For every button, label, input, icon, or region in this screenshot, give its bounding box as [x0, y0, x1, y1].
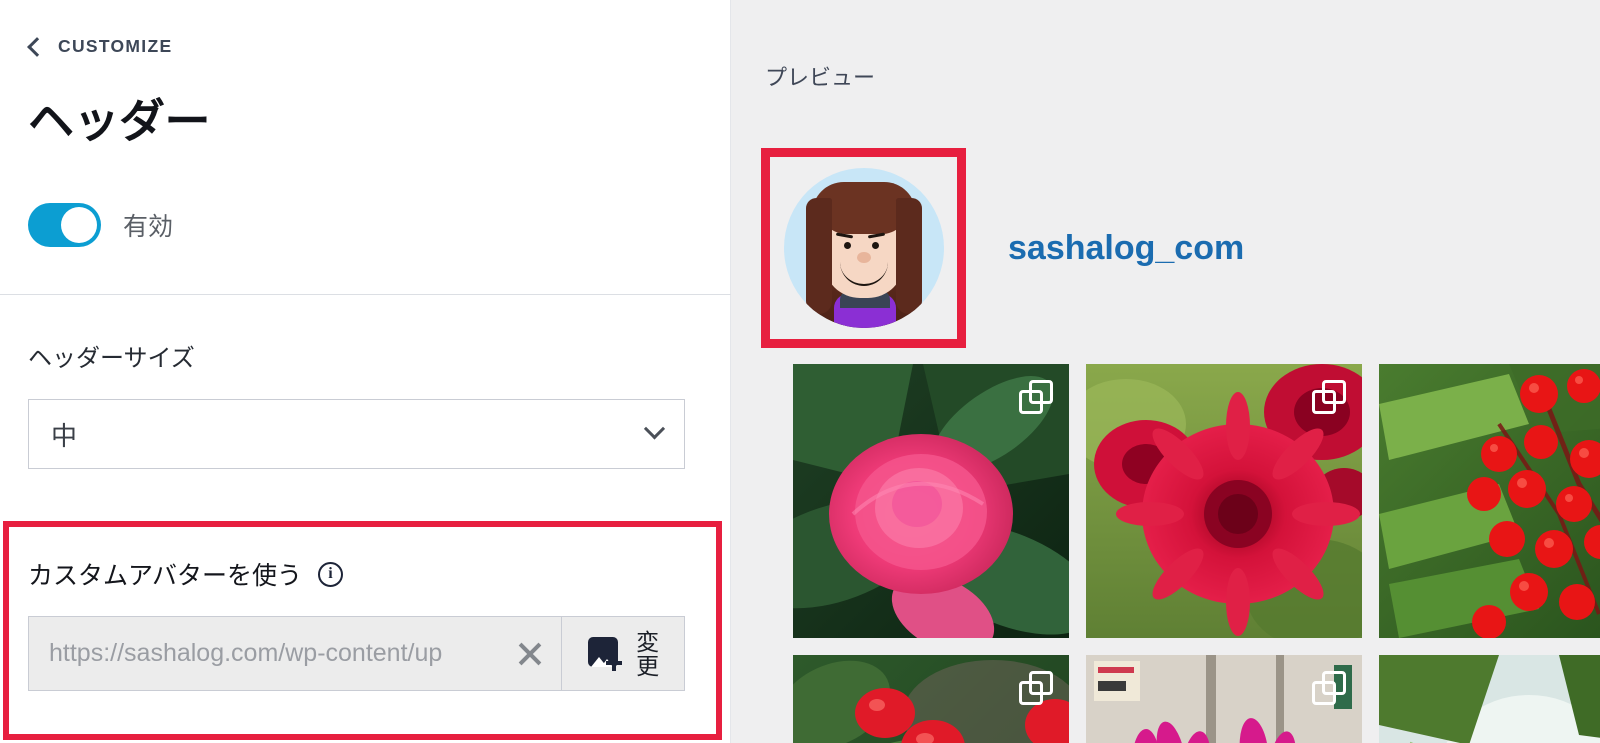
customizer-sidebar: CUSTOMIZE ヘッダー 有効 ヘッダーサイズ 中 カスタムアバターを使う …	[0, 0, 731, 743]
toggle-knob	[61, 207, 97, 243]
close-x-icon[interactable]	[513, 637, 547, 671]
change-avatar-button[interactable]: 変更	[561, 617, 684, 690]
back-to-customize-link[interactable]: CUSTOMIZE	[27, 36, 173, 57]
preview-pane: プレビュー sashalog_com	[731, 0, 1600, 743]
custom-avatar-url-input[interactable]: https://sashalog.com/wp-content/up	[29, 617, 561, 690]
grid-item-photo-2[interactable]	[1086, 364, 1362, 638]
custom-avatar-setting: カスタムアバターを使う i https://sashalog.com/wp-co…	[28, 556, 688, 691]
custom-avatar-label: カスタムアバターを使う	[28, 562, 303, 590]
avatar-highlight-box	[761, 148, 966, 348]
header-size-label: ヘッダーサイズ	[28, 345, 195, 372]
photo-pink-camellia	[793, 364, 1069, 638]
photo-red-nandina-berries	[1379, 364, 1600, 638]
enable-header-row: 有効	[28, 203, 173, 247]
photo-red-berries-green-leaves	[793, 655, 1069, 743]
custom-avatar-url-value: https://sashalog.com/wp-content/up	[49, 639, 443, 667]
photo-red-chrysanthemum	[1086, 364, 1362, 638]
preview-title: プレビュー	[765, 65, 876, 90]
custom-avatar-url-row: https://sashalog.com/wp-content/up 変更	[28, 616, 685, 691]
grid-item-photo-3[interactable]	[1379, 364, 1600, 638]
page-title: ヘッダー	[28, 95, 211, 147]
image-add-icon	[588, 636, 623, 671]
grid-item-photo-5[interactable]	[1086, 655, 1362, 743]
section-divider	[0, 294, 731, 295]
avatar[interactable]	[783, 168, 944, 328]
preview-profile-row: sashalog_com	[761, 148, 1244, 348]
back-link-label: CUSTOMIZE	[58, 36, 173, 56]
grid-item-photo-4[interactable]	[793, 655, 1069, 743]
grid-item-photo-6[interactable]	[1379, 655, 1600, 743]
enable-header-toggle[interactable]	[28, 203, 101, 247]
header-size-select[interactable]: 中	[28, 399, 685, 469]
info-circle-icon[interactable]: i	[318, 561, 344, 587]
header-size-value: 中	[51, 420, 78, 451]
photo-green-leaves-bright	[1379, 655, 1600, 743]
change-avatar-label: 変更	[632, 629, 659, 678]
customizer-screen: CUSTOMIZE ヘッダー 有効 ヘッダーサイズ 中 カスタムアバターを使う …	[0, 0, 1600, 743]
preview-username[interactable]: sashalog_com	[1008, 229, 1244, 268]
chevron-left-icon	[27, 36, 47, 57]
enable-header-label: 有効	[123, 213, 174, 241]
custom-avatar-header: カスタムアバターを使う i	[28, 556, 688, 592]
grid-item-photo-1[interactable]	[793, 364, 1069, 638]
preview-photo-grid	[793, 364, 1600, 743]
chevron-down-icon	[643, 417, 666, 439]
photo-magenta-cyclamen	[1086, 655, 1362, 743]
